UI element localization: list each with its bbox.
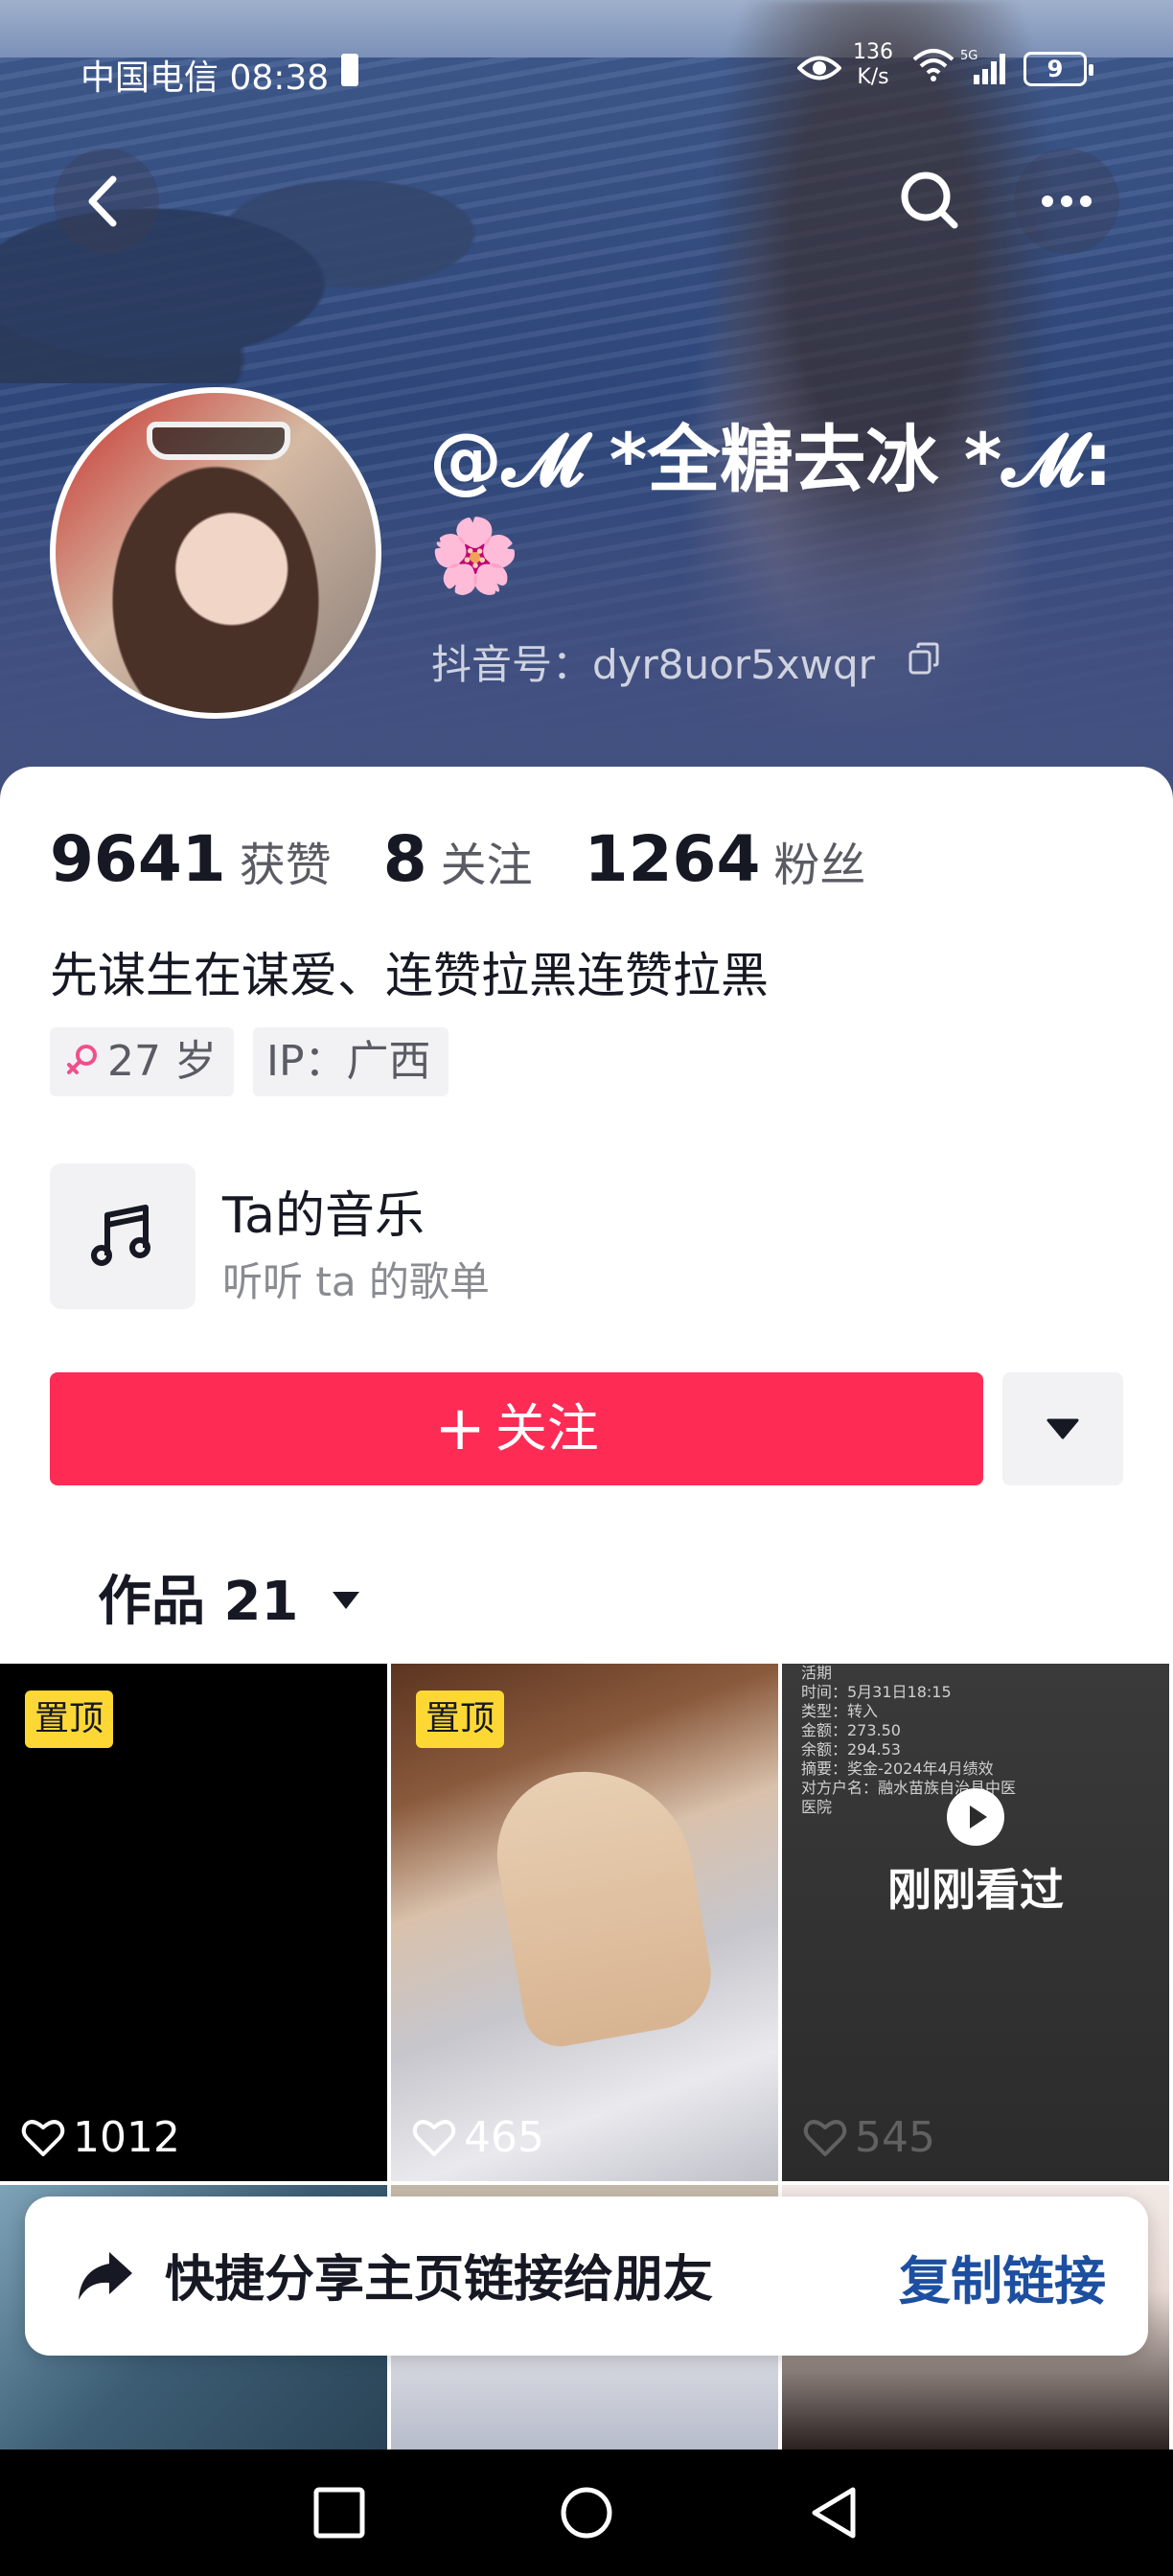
follow-plus-icon: + xyxy=(434,1393,486,1464)
network-type-label: 5G xyxy=(960,49,978,63)
net-speed-value: 136 xyxy=(853,40,893,64)
pinned-badge: 置顶 xyxy=(25,1690,114,1748)
wifi-icon xyxy=(912,49,954,81)
ip-tag: IP：广西 xyxy=(253,1027,448,1096)
music-title: Ta的音乐 xyxy=(222,1187,426,1245)
video-likes-count: 545 xyxy=(855,2113,935,2162)
stat-following-value: 8 xyxy=(382,822,427,896)
douyin-id: 抖音号：dyr8uor5xwqr xyxy=(431,641,875,688)
stat-followers[interactable]: 1264 粉丝 xyxy=(585,822,866,896)
profile-card: 9641 获赞 8 关注 1264 粉丝 先谋生在谋爱、连赞拉黑连赞拉黑 27 … xyxy=(0,767,1173,1725)
more-dots-icon xyxy=(1042,196,1092,207)
home-circle-icon[interactable] xyxy=(560,2486,613,2540)
bio-text: 先谋生在谋爱、连赞拉黑连赞拉黑 xyxy=(50,948,769,1003)
recently-viewed-label: 刚刚看过 xyxy=(887,1864,1064,1916)
age-tag-label: 27 岁 xyxy=(107,1037,217,1086)
net-speed-unit: K/s xyxy=(857,65,889,89)
video-thumbnail-subject xyxy=(484,1754,720,2053)
recents-square-icon[interactable] xyxy=(312,2486,366,2540)
avatar[interactable] xyxy=(50,387,381,719)
share-arrow-icon xyxy=(79,2252,132,2300)
video-item[interactable]: 置顶 1012 xyxy=(0,1664,387,2181)
share-bar-text: 快捷分享主页链接给朋友 xyxy=(165,2251,714,2309)
video-likes-count: 1012 xyxy=(73,2113,180,2162)
video-likes: 465 xyxy=(412,2113,544,2162)
back-triangle-icon[interactable] xyxy=(807,2484,861,2542)
receipt-line: 摘要：奖金-2024年4月绩效 xyxy=(801,1760,994,1778)
receipt-line: 时间：5月31日18:15 xyxy=(801,1683,952,1701)
recommend-dropdown-button[interactable] xyxy=(1002,1372,1123,1485)
receipt-line: 对方户名：融水苗族自治县中医 xyxy=(801,1779,1017,1797)
music-icon-box xyxy=(50,1163,196,1309)
stat-followers-label: 粉丝 xyxy=(773,839,866,892)
receipt-line: 金额：273.50 xyxy=(801,1721,901,1739)
heart-icon xyxy=(412,2119,456,2156)
receipt-line: 类型：转入 xyxy=(801,1702,879,1720)
battery-saver-icon xyxy=(341,54,358,86)
stat-following-label: 关注 xyxy=(440,839,533,892)
stat-following[interactable]: 8 关注 xyxy=(383,822,533,896)
copy-link-button[interactable]: 复制链接 xyxy=(899,2239,1106,2314)
receipt-line: 医院 xyxy=(801,1798,833,1816)
share-bar[interactable]: 快捷分享主页链接给朋友 复制链接 xyxy=(25,2196,1148,2356)
video-item[interactable]: 活期 时间：5月31日18:15 类型：转入 金额：273.50 余额：294.… xyxy=(782,1664,1169,2181)
status-carrier-time: 中国电信 08:38 xyxy=(80,58,330,98)
stat-likes-label: 获赞 xyxy=(239,839,332,892)
receipt-text: 活期 时间：5月31日18:15 类型：转入 金额：273.50 余额：294.… xyxy=(801,1664,1089,1827)
display-name: @𝓜 *全糖去冰 *𝓜:🌸 xyxy=(429,417,1114,598)
music-row[interactable]: Ta的音乐 听听 ta 的歌单 xyxy=(50,1163,1123,1309)
follow-button[interactable]: + 关注 xyxy=(50,1372,983,1485)
stat-followers-value: 1264 xyxy=(584,822,761,896)
receipt-line: 活期 xyxy=(801,1664,833,1682)
tab-works[interactable]: 作品 21 xyxy=(98,1558,361,1636)
signal-icon: 5G xyxy=(960,49,1005,84)
back-button[interactable] xyxy=(54,149,159,254)
tab-works-label: 作品 21 xyxy=(98,1571,299,1633)
pinned-badge: 置顶 xyxy=(416,1690,505,1748)
music-subtitle: 听听 ta 的歌单 xyxy=(222,1258,490,1305)
receipt-line: 余额：294.53 xyxy=(801,1740,901,1759)
music-note-icon xyxy=(91,1205,150,1266)
caret-down-icon xyxy=(1046,1418,1079,1439)
video-likes-count: 465 xyxy=(464,2113,544,2162)
search-icon xyxy=(901,172,958,229)
status-bar: 中国电信 08:38 136 K/s 5G 9 xyxy=(0,0,1173,134)
play-icon xyxy=(947,1788,1004,1846)
system-nav-bar xyxy=(0,2450,1173,2576)
age-tag: 27 岁 xyxy=(50,1027,234,1096)
heart-icon xyxy=(803,2119,847,2156)
caret-down-icon xyxy=(332,1591,359,1609)
more-button[interactable] xyxy=(1014,149,1119,254)
avatar-sunglasses xyxy=(147,422,290,460)
net-speed: 136 K/s xyxy=(853,40,893,90)
search-button[interactable] xyxy=(878,149,983,254)
heart-icon xyxy=(21,2119,65,2156)
video-likes: 1012 xyxy=(21,2113,180,2162)
follow-label: 关注 xyxy=(494,1398,599,1459)
stats-row: 9641 获赞 8 关注 1264 粉丝 xyxy=(50,822,917,896)
video-likes: 545 xyxy=(803,2113,935,2162)
eye-icon xyxy=(797,56,841,80)
stat-likes-value: 9641 xyxy=(50,822,226,896)
copy-icon[interactable] xyxy=(907,642,941,677)
stat-likes[interactable]: 9641 获赞 xyxy=(50,822,332,896)
female-icon xyxy=(67,1045,97,1074)
chevron-left-icon xyxy=(88,175,117,227)
battery-indicator: 9 xyxy=(1024,52,1093,86)
video-item[interactable]: 置顶 465 xyxy=(391,1664,778,2181)
